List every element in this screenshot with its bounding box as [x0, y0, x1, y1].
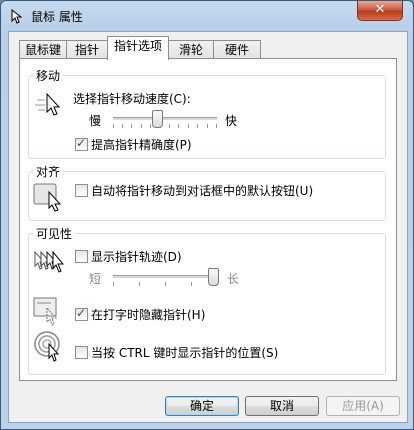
snap-label[interactable]: 自动将指针移动到对话框中的默认按钮(U) — [91, 182, 313, 199]
motion-group-label: 移动 — [33, 67, 64, 84]
ctrl-location-label[interactable]: 当按 CTRL 键时显示指针的位置(S) — [91, 344, 278, 361]
hide-while-typing-icon — [33, 297, 58, 326]
slow-label: 慢 — [89, 114, 102, 128]
speed-slider-thumb[interactable] — [151, 110, 163, 128]
visibility-group-label: 可见性 — [33, 225, 76, 242]
window-title: 鼠标 属性 — [31, 10, 83, 24]
mouse-properties-window: 鼠标 属性 ✕ 鼠标键 指针 指针选项 滑轮 硬件 移动 选择指针移动速度(C)… — [0, 0, 414, 430]
snap-checkbox[interactable] — [75, 184, 88, 197]
snap-group: 对齐 自动将指针移动到对话框中的默认按钮(U) — [28, 163, 386, 221]
trails-slider-thumb[interactable] — [207, 268, 219, 286]
pointer-trails-icon — [34, 250, 65, 273]
show-location-icon — [34, 331, 60, 362]
hide-while-typing-checkbox[interactable] — [75, 306, 88, 321]
speed-slider-track[interactable] — [113, 117, 217, 121]
tab-wheel[interactable]: 滑轮 — [168, 40, 214, 59]
cancel-button[interactable]: 取消 — [245, 396, 319, 416]
mouse-pointer-icon — [11, 8, 23, 24]
hide-while-typing-label[interactable]: 在打字时隐藏指针(H) — [91, 306, 205, 323]
motion-group: 移动 选择指针移动速度(C): 慢 快 ✓ 提高指针精确度(P) — [28, 67, 386, 159]
visibility-group: 可见性 显示指针轨迹(D) 短 长 ✓ 在打字时隐藏指针(H) 当按 CTRL … — [28, 225, 386, 375]
ctrl-location-checkbox[interactable] — [75, 346, 88, 359]
close-button[interactable]: ✕ — [357, 1, 403, 21]
title-bar[interactable]: 鼠标 属性 ✕ — [1, 1, 413, 31]
ok-button[interactable]: 确定 — [165, 396, 239, 416]
pointer-options-panel: 移动 选择指针移动速度(C): 慢 快 ✓ 提高指针精确度(P) 对齐 自动将指… — [19, 58, 397, 381]
fast-label: 快 — [225, 114, 238, 128]
trails-long-label: 长 — [227, 272, 240, 286]
snap-to-button-icon — [33, 183, 62, 212]
trails-label[interactable]: 显示指针轨迹(D) — [91, 248, 182, 265]
trails-slider-track[interactable] — [113, 275, 217, 279]
tab-pointers[interactable]: 指针 — [66, 40, 108, 59]
tab-hardware[interactable]: 硬件 — [213, 40, 261, 59]
dialog-client: 鼠标键 指针 指针选项 滑轮 硬件 移动 选择指针移动速度(C): 慢 快 ✓ … — [8, 31, 408, 423]
speed-label: 选择指针移动速度(C): — [73, 92, 191, 106]
tab-pointer-options[interactable]: 指针选项 — [107, 36, 169, 60]
trails-short-label: 短 — [89, 272, 102, 286]
precision-label[interactable]: 提高指针精确度(P) — [91, 136, 192, 153]
trails-checkbox[interactable] — [75, 250, 88, 263]
precision-checkbox[interactable] — [75, 136, 88, 151]
apply-button[interactable]: 应用(A) — [326, 396, 400, 416]
pointer-speed-icon — [35, 92, 61, 116]
tab-buttons[interactable]: 鼠标键 — [19, 40, 67, 59]
